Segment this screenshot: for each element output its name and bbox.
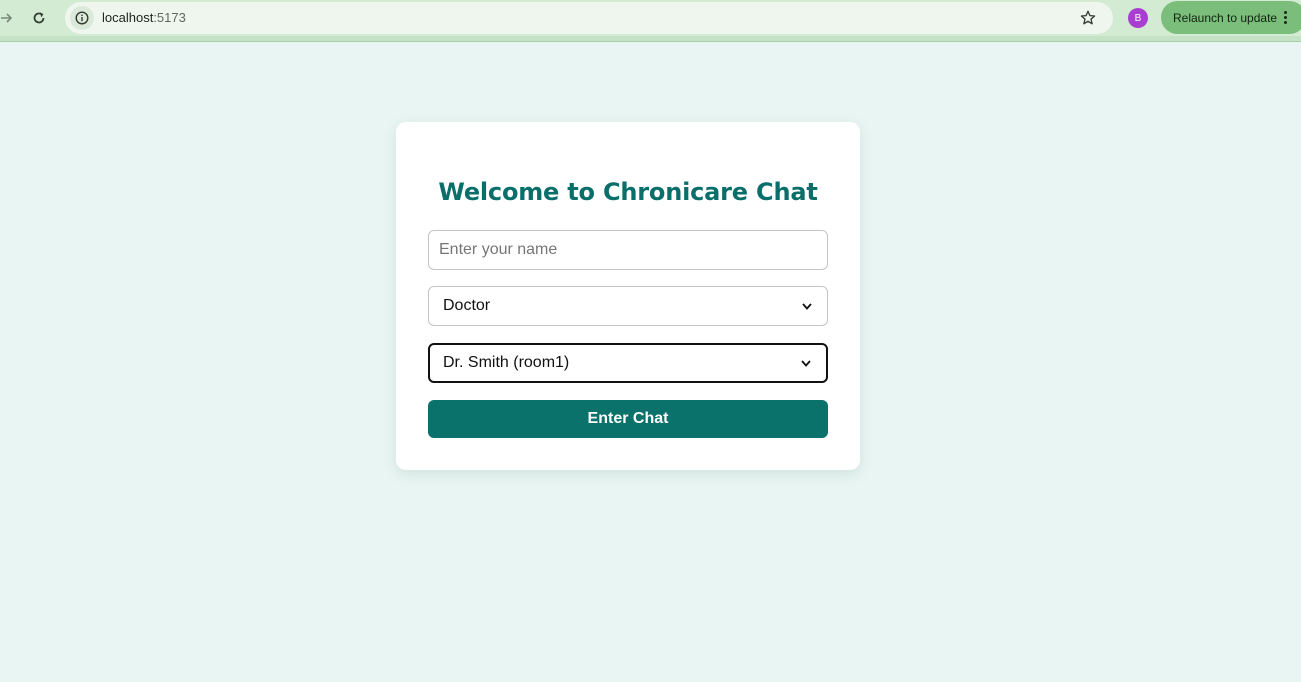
login-card: Welcome to Chronicare Chat Doctor Dr. Sm… bbox=[396, 122, 860, 470]
reload-icon bbox=[33, 12, 45, 24]
address-bar[interactable]: localhost:5173 bbox=[65, 2, 1113, 34]
relaunch-button[interactable]: Relaunch to update bbox=[1161, 1, 1301, 34]
name-input[interactable] bbox=[428, 230, 828, 270]
role-select[interactable]: Doctor bbox=[428, 286, 828, 326]
url-host: localhost bbox=[102, 10, 154, 25]
kebab-menu-icon[interactable] bbox=[1284, 11, 1288, 24]
profile-avatar[interactable]: B bbox=[1128, 8, 1148, 28]
page-title: Welcome to Chronicare Chat bbox=[438, 178, 818, 206]
doctor-select-value: Dr. Smith (room1) bbox=[443, 354, 570, 371]
chevron-down-icon bbox=[801, 300, 813, 312]
enter-chat-button[interactable]: Enter Chat bbox=[428, 400, 828, 438]
bookmark-button[interactable] bbox=[1078, 8, 1098, 28]
toolbar-divider bbox=[0, 36, 1301, 42]
star-icon bbox=[1080, 10, 1096, 25]
site-info-button[interactable] bbox=[70, 6, 94, 30]
relaunch-label: Relaunch to update bbox=[1173, 10, 1278, 25]
doctor-select[interactable]: Dr. Smith (room1) bbox=[428, 343, 828, 383]
arrow-right-icon bbox=[1, 13, 13, 23]
url-text[interactable]: localhost:5173 bbox=[102, 10, 186, 25]
forward-button[interactable] bbox=[0, 8, 14, 28]
url-port: :5173 bbox=[153, 10, 186, 25]
browser-toolbar: localhost:5173 B Relaunch to update bbox=[0, 0, 1301, 36]
reload-button[interactable] bbox=[28, 7, 50, 29]
role-select-value: Doctor bbox=[443, 297, 491, 314]
chevron-down-icon bbox=[800, 357, 812, 369]
info-icon bbox=[75, 11, 89, 25]
